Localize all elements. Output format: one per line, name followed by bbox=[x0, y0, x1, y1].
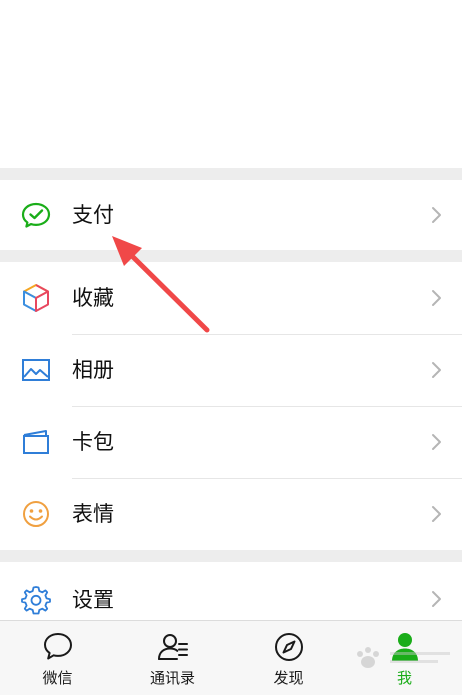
chevron-right-icon bbox=[432, 207, 441, 223]
tab-label-chats: 微信 bbox=[42, 669, 73, 687]
menu-item-payment[interactable]: 支付 bbox=[0, 180, 462, 250]
section-gap bbox=[0, 250, 462, 262]
menu-label-settings: 设置 bbox=[72, 588, 114, 612]
menu-label-album: 相册 bbox=[72, 358, 114, 382]
wechat-pay-icon bbox=[21, 202, 51, 228]
watermark-logo bbox=[357, 647, 450, 668]
menu-item-cards[interactable]: 卡包 bbox=[0, 407, 462, 478]
tab-discover[interactable]: 发现 bbox=[231, 621, 346, 695]
chat-bubble-icon bbox=[43, 633, 72, 660]
menu-label-cards: 卡包 bbox=[72, 430, 114, 454]
card-wallet-icon bbox=[23, 430, 49, 454]
chevron-right-icon bbox=[432, 290, 441, 306]
compass-icon bbox=[274, 633, 303, 661]
tab-contacts[interactable]: 通讯录 bbox=[115, 621, 230, 695]
contacts-icon bbox=[157, 634, 188, 660]
section-gap bbox=[0, 168, 462, 180]
menu-item-favorites[interactable]: 收藏 bbox=[0, 262, 462, 334]
menu-label-payment: 支付 bbox=[72, 203, 114, 227]
section-gap bbox=[0, 550, 462, 562]
profile-header-area bbox=[0, 0, 462, 168]
cube-icon bbox=[23, 284, 49, 312]
tab-chats[interactable]: 微信 bbox=[0, 621, 115, 695]
menu-item-album[interactable]: 相册 bbox=[0, 335, 462, 406]
image-icon bbox=[22, 359, 50, 381]
chevron-right-icon bbox=[432, 591, 441, 607]
tab-label-contacts: 通讯录 bbox=[149, 669, 195, 687]
tab-label-discover: 发现 bbox=[273, 669, 304, 687]
menu-label-favorites: 收藏 bbox=[72, 286, 114, 310]
menu-item-settings[interactable]: 设置 bbox=[0, 562, 462, 620]
chevron-right-icon bbox=[432, 362, 441, 378]
chevron-right-icon bbox=[432, 434, 441, 450]
smiley-icon bbox=[23, 501, 49, 527]
menu-label-stickers: 表情 bbox=[72, 502, 114, 526]
menu-item-stickers[interactable]: 表情 bbox=[0, 479, 462, 550]
chevron-right-icon bbox=[432, 506, 441, 522]
gear-icon bbox=[21, 586, 51, 615]
